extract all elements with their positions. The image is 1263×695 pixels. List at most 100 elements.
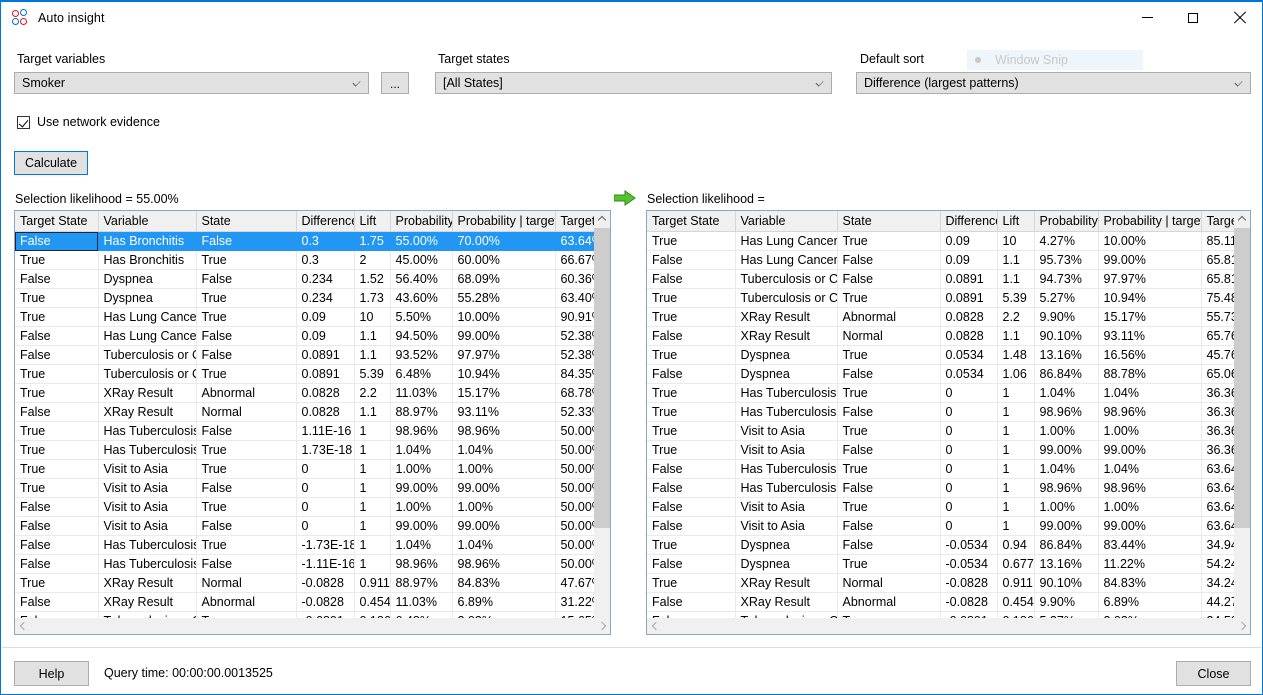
table-row[interactable]: FalseDyspneaTrue-0.05340.67713.16%11.22%… [647,555,1234,574]
table-row[interactable]: TrueXRay ResultAbnormal0.08282.211.03%15… [15,384,594,403]
table-row[interactable]: FalseVisit to AsiaTrue011.00%1.00%50.00% [15,498,594,517]
browse-variables-button[interactable]: ... [381,72,409,94]
column-header-difference[interactable]: Difference [296,211,354,232]
table-row[interactable]: TrueVisit to AsiaFalse0199.00%99.00%36.3… [647,441,1234,460]
use-network-evidence-checkbox[interactable]: Use network evidence [17,115,160,129]
right-grid-vertical-scrollbar[interactable] [1234,211,1250,634]
default-sort-combo[interactable]: Difference (largest patterns) [856,72,1251,94]
left-grid-scroll-thumb[interactable] [594,228,610,528]
column-header-probability[interactable]: Probability [1034,211,1098,232]
column-header-probability-target[interactable]: Probability | target [1098,211,1201,232]
right-insight-grid[interactable]: Target StateVariableStateDifferenceLiftP… [646,210,1251,635]
help-button[interactable]: Help [14,661,89,686]
table-row[interactable]: TrueVisit to AsiaTrue011.00%1.00%50.00% [15,460,594,479]
table-row[interactable]: TrueTuberculosis or CarTrue0.08915.396.4… [15,365,594,384]
table-row[interactable]: FalseXRay ResultNormal0.08281.188.97%93.… [15,403,594,422]
table-row[interactable]: TrueHas BronchitisTrue0.3245.00%60.00%66… [15,251,594,270]
table-row[interactable]: FalseHas TuberculosisTrue011.04%1.04%63.… [647,460,1234,479]
table-row[interactable]: FalseHas TuberculosisFalse-1.11E-16198.9… [15,555,594,574]
column-header-state[interactable]: State [196,211,296,232]
table-row[interactable]: FalseXRay ResultAbnormal-0.08280.45411.0… [15,593,594,612]
column-header-lift[interactable]: Lift [354,211,390,232]
table-row[interactable]: TrueDyspneaFalse-0.05340.9486.84%83.44%3… [647,536,1234,555]
close-window-button[interactable] [1216,2,1262,33]
table-cell: 63.64% [1201,498,1234,517]
table-row[interactable]: FalseXRay ResultNormal0.08281.190.10%93.… [647,327,1234,346]
target-states-combo[interactable]: [All States] [435,72,832,94]
table-row[interactable]: TrueTuberculosis or CarTrue0.08915.395.2… [647,289,1234,308]
left-insight-grid[interactable]: Target StateVariableStateDifferenceLiftP… [14,210,611,635]
right-grid-horizontal-scrollbar[interactable] [647,618,1250,634]
table-row[interactable]: TrueVisit to AsiaFalse0199.00%99.00%50.0… [15,479,594,498]
table-cell: False [647,555,735,574]
table-row[interactable]: TrueXRay ResultNormal-0.08280.91188.97%8… [15,574,594,593]
table-cell: 55.00% [390,232,452,251]
column-header-state[interactable]: State [837,211,940,232]
column-header-probability[interactable]: Probability [390,211,452,232]
table-cell: 1.52 [354,270,390,289]
table-row[interactable]: FalseVisit to AsiaFalse0199.00%99.00%50.… [15,517,594,536]
table-cell: 34.24% [1201,574,1234,593]
scroll-up-icon[interactable] [594,211,610,228]
scroll-right-icon[interactable] [593,618,610,634]
column-header-target[interactable]: Target [555,211,594,232]
column-header-lift[interactable]: Lift [997,211,1034,232]
column-header-probability-target[interactable]: Probability | target [452,211,555,232]
table-row[interactable]: FalseVisit to AsiaTrue011.00%1.00%63.64% [647,498,1234,517]
table-row[interactable]: FalseTuberculosis or CarFalse0.08911.194… [647,270,1234,289]
table-row[interactable]: FalseHas TuberculosisFalse0198.96%98.96%… [647,479,1234,498]
table-row[interactable]: TrueXRay ResultAbnormal0.08282.29.90%15.… [647,308,1234,327]
table-cell: 1 [354,555,390,574]
table-cell: 16.56% [1098,346,1201,365]
column-header-variable[interactable]: Variable [98,211,196,232]
close-button[interactable]: Close [1176,661,1251,686]
column-header-difference[interactable]: Difference [940,211,997,232]
table-row[interactable]: TrueHas TuberculosisTrue011.04%1.04%36.3… [647,384,1234,403]
calculate-button[interactable]: Calculate [14,151,88,175]
left-grid-horizontal-scrollbar[interactable] [15,618,610,634]
table-row[interactable]: TrueHas Lung CancerTrue0.09104.27%10.00%… [647,232,1234,251]
scroll-up-icon[interactable] [1234,211,1250,228]
table-row[interactable]: TrueDyspneaTrue0.2341.7343.60%55.28%63.4… [15,289,594,308]
column-header-target-state[interactable]: Target State [15,211,98,232]
table-row[interactable]: FalseTuberculosis or CarFalse0.08911.193… [15,346,594,365]
table-row[interactable]: FalseVisit to AsiaFalse0199.00%99.00%63.… [647,517,1234,536]
table-row[interactable]: FalseHas Lung CancerFalse0.091.194.50%99… [15,327,594,346]
scroll-right-icon[interactable] [1233,618,1250,634]
table-row[interactable]: FalseDyspneaFalse0.2341.5256.40%68.09%60… [15,270,594,289]
maximize-button[interactable] [1170,2,1216,33]
target-variables-combo[interactable]: Smoker [14,72,369,94]
table-cell: Has Lung Cancer [735,251,837,270]
scroll-left-icon[interactable] [15,618,32,634]
table-row[interactable]: FalseHas TuberculosisTrue-1.73E-1811.04%… [15,536,594,555]
right-grid-scroll-thumb[interactable] [1234,228,1250,528]
table-cell: False [15,327,98,346]
table-cell: True [196,536,296,555]
table-row[interactable]: FalseHas BronchitisFalse0.31.7555.00%70.… [15,232,594,251]
scroll-left-icon[interactable] [647,618,664,634]
table-row[interactable]: TrueHas TuberculosisTrue1.73E-1811.04%1.… [15,441,594,460]
table-row[interactable]: FalseXRay ResultAbnormal-0.08280.4549.90… [647,593,1234,612]
table-cell: 50.00% [555,517,594,536]
table-cell: 84.83% [452,574,555,593]
table-cell: False [837,403,940,422]
minimize-button[interactable] [1124,2,1170,33]
table-cell: 0 [296,517,354,536]
left-grid-vertical-scrollbar[interactable] [594,211,610,634]
table-cell: 90.91% [555,308,594,327]
table-row[interactable]: FalseDyspneaFalse0.05341.0686.84%88.78%6… [647,365,1234,384]
table-cell: True [647,289,735,308]
table-row[interactable]: TrueHas TuberculosisFalse0198.96%98.96%3… [647,403,1234,422]
table-row[interactable]: TrueHas Lung CancerTrue0.09105.50%10.00%… [15,308,594,327]
use-network-evidence-label: Use network evidence [37,115,160,129]
table-row[interactable]: TrueXRay ResultNormal-0.08280.91190.10%8… [647,574,1234,593]
table-row[interactable]: TrueHas TuberculosisFalse1.11E-16198.96%… [15,422,594,441]
table-row[interactable]: TrueVisit to AsiaTrue011.00%1.00%36.36% [647,422,1234,441]
table-cell: XRay Result [98,384,196,403]
column-header-target[interactable]: Target [1201,211,1234,232]
column-header-variable[interactable]: Variable [735,211,837,232]
table-row[interactable]: FalseHas Lung CancerFalse0.091.195.73%99… [647,251,1234,270]
column-header-target-state[interactable]: Target State [647,211,735,232]
table-row[interactable]: TrueDyspneaTrue0.05341.4813.16%16.56%45.… [647,346,1234,365]
minimize-icon [1142,17,1153,18]
